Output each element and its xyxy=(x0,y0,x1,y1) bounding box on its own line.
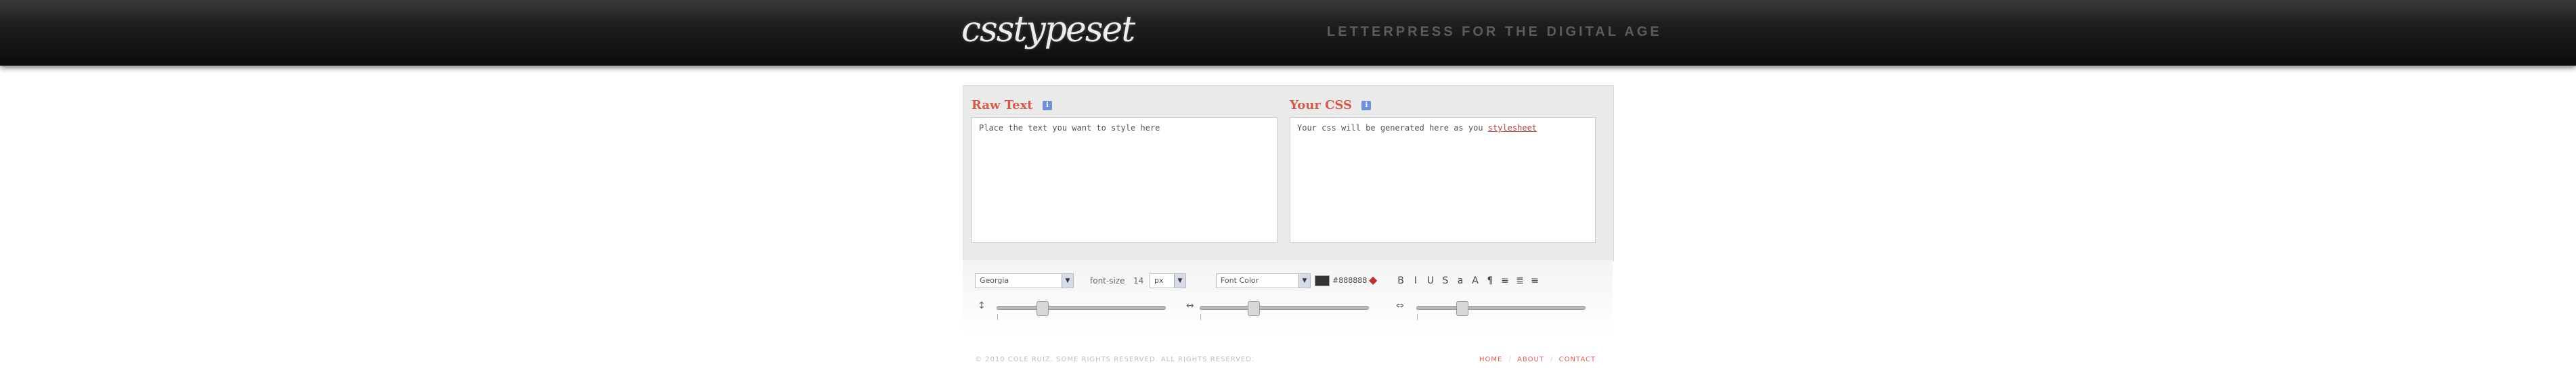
word-spacing-slider-handle[interactable] xyxy=(1456,301,1468,316)
css-stylesheet-link[interactable]: stylesheet xyxy=(1488,123,1537,133)
color-hex-value[interactable]: #888888 xyxy=(1332,276,1367,285)
chevron-down-icon: ▼ xyxy=(1174,274,1185,288)
top-navigation-bar: csstypeset Letterpress for the digital a… xyxy=(0,0,2576,66)
separator: / xyxy=(1508,356,1511,363)
line-height-slider[interactable] xyxy=(997,301,1166,316)
line-height-slider-handle[interactable] xyxy=(1036,301,1049,316)
css-output-label: Your CSS xyxy=(1290,98,1353,112)
separator: / xyxy=(1550,356,1553,363)
font-size-label: font-size xyxy=(1090,276,1125,286)
bold-button[interactable]: B xyxy=(1395,275,1407,287)
site-tagline: Letterpress for the digital age xyxy=(1327,24,1662,39)
align-left-button[interactable]: ≡ xyxy=(1499,275,1511,287)
site-logo[interactable]: csstypeset xyxy=(961,9,1135,50)
raw-text-label: Raw Text xyxy=(972,98,1033,112)
slider-tick: | xyxy=(1200,314,1202,321)
font-family-select[interactable]: Georgia ▼ xyxy=(975,273,1074,288)
raw-text-value: Place the text you want to style here xyxy=(979,123,1160,133)
chevron-down-icon: ▼ xyxy=(1062,274,1073,288)
font-color-select-value: Font Color xyxy=(1221,276,1259,285)
color-picker-icon[interactable]: ◆ xyxy=(1369,273,1377,286)
footer-nav: Home / About / Contact xyxy=(1479,356,1596,363)
slider-tick: | xyxy=(997,314,999,321)
lowercase-button[interactable]: a xyxy=(1454,275,1466,287)
raw-text-input[interactable]: Place the text you want to style here xyxy=(972,117,1278,243)
font-family-value: Georgia xyxy=(980,276,1009,285)
uppercase-button[interactable]: A xyxy=(1469,275,1481,287)
font-color-select[interactable]: Font Color ▼ xyxy=(1216,273,1311,288)
slider-tick: | xyxy=(1416,314,1419,321)
copyright-text: © 2010 Cole Ruiz. Some rights reserved. … xyxy=(975,356,1255,363)
letter-spacing-slider[interactable] xyxy=(1200,301,1369,316)
letter-spacing-slider-handle[interactable] xyxy=(1247,301,1260,316)
footer-link-contact[interactable]: Contact xyxy=(1559,356,1596,363)
font-size-unit-value: px xyxy=(1154,276,1164,285)
paragraph-button[interactable]: ¶ xyxy=(1484,275,1496,287)
word-spacing-slider[interactable] xyxy=(1416,301,1586,316)
color-swatch[interactable] xyxy=(1315,275,1330,286)
italic-button[interactable]: I xyxy=(1410,275,1422,287)
word-spacing-icon: ⇔ xyxy=(1396,300,1404,311)
strikethrough-button[interactable]: S xyxy=(1439,275,1451,287)
letter-spacing-icon: ↔ xyxy=(1186,300,1194,311)
font-size-unit-select[interactable]: px ▼ xyxy=(1150,273,1186,288)
info-icon[interactable]: i xyxy=(1361,101,1372,110)
line-height-icon: ↕ xyxy=(978,300,986,311)
chevron-down-icon: ▼ xyxy=(1298,274,1310,288)
typography-controls: Georgia ▼ font-size 14 px ▼ Font Color ▼… xyxy=(963,260,1613,334)
align-right-button[interactable]: ≡ xyxy=(1529,275,1541,287)
underline-button[interactable]: U xyxy=(1424,275,1437,287)
footer-link-about[interactable]: About xyxy=(1517,356,1544,363)
footer-link-home[interactable]: Home xyxy=(1479,356,1502,363)
info-icon[interactable]: i xyxy=(1042,101,1052,110)
css-output-area[interactable]: Your css will be generated here as you s… xyxy=(1290,117,1596,243)
align-center-button[interactable]: ≣ xyxy=(1514,275,1526,287)
css-output-heading: Your CSS i xyxy=(1290,98,1372,112)
raw-text-heading: Raw Text i xyxy=(972,98,1052,112)
font-size-value[interactable]: 14 xyxy=(1133,276,1143,286)
editor-panel: Raw Text i Place the text you want to st… xyxy=(963,85,1614,261)
css-output-text: Your css will be generated here as you xyxy=(1297,123,1483,133)
